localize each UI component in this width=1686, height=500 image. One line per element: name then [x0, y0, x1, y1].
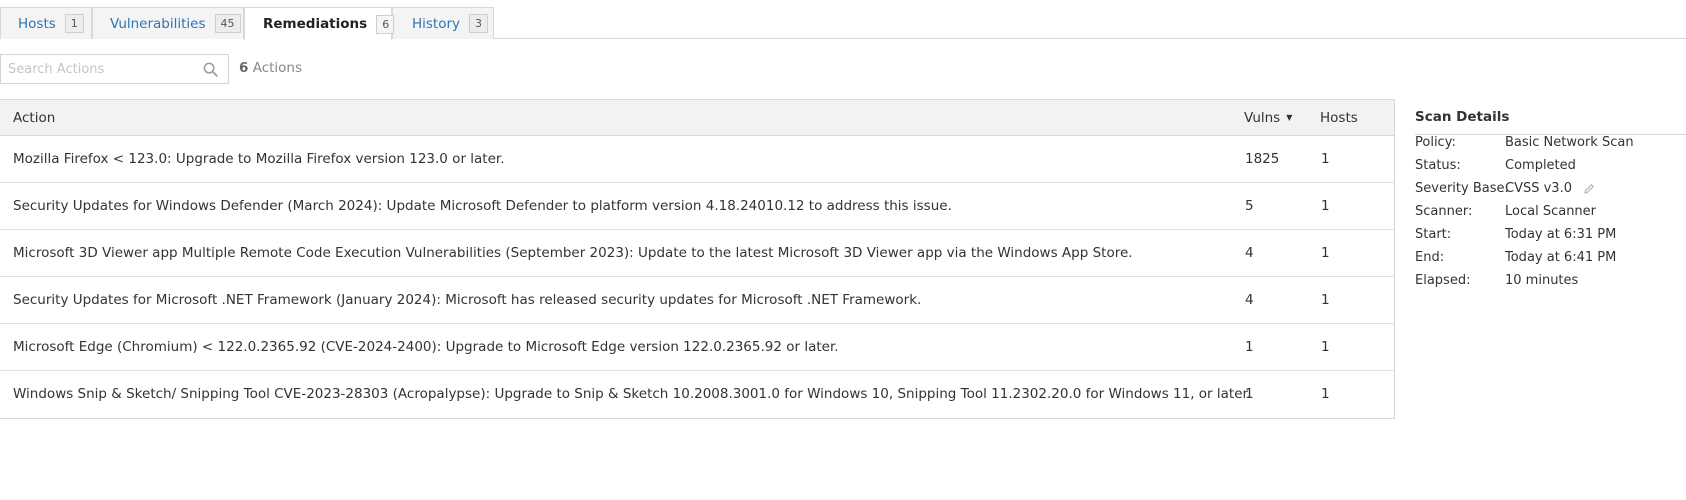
sort-descending-icon: ▼	[1286, 113, 1293, 122]
detail-value: CVSS v3.0	[1505, 181, 1572, 196]
detail-label: End:	[1415, 250, 1445, 265]
scan-details-panel: Scan Details Policy: Basic Network Scan …	[1415, 99, 1686, 296]
column-header-vulns[interactable]: Vulns ▼	[1244, 110, 1292, 126]
search-input[interactable]	[1, 56, 196, 82]
pencil-icon[interactable]	[1583, 183, 1595, 195]
action-cell: Security Updates for Microsoft .NET Fram…	[13, 292, 922, 308]
tab-vulnerabilities[interactable]: Vulnerabilities 45	[92, 7, 244, 39]
detail-policy: Policy: Basic Network Scan	[1415, 135, 1686, 158]
table-header: Action Vulns ▼ Hosts	[0, 100, 1394, 136]
table-row[interactable]: Security Updates for Microsoft .NET Fram…	[0, 277, 1394, 324]
vulns-cell: 1	[1245, 339, 1254, 355]
actions-count-label: Actions	[252, 60, 303, 76]
search-box	[0, 54, 229, 84]
column-header-hosts[interactable]: Hosts	[1320, 110, 1358, 126]
detail-elapsed: Elapsed: 10 minutes	[1415, 273, 1686, 296]
tab-label: Vulnerabilities	[110, 15, 206, 32]
action-cell: Security Updates for Windows Defender (M…	[13, 198, 952, 214]
hosts-cell: 1	[1321, 151, 1330, 167]
vulns-cell: 1	[1245, 386, 1254, 402]
vulns-cell: 5	[1245, 198, 1254, 214]
tab-remediations[interactable]: Remediations 6	[244, 7, 395, 40]
detail-scanner: Scanner: Local Scanner	[1415, 204, 1686, 227]
tab-label: Remediations	[263, 16, 368, 32]
detail-start: Start: Today at 6:31 PM	[1415, 227, 1686, 250]
detail-label: Start:	[1415, 227, 1452, 242]
detail-label: Severity Base:	[1415, 181, 1509, 196]
actions-count: 6 Actions	[239, 60, 302, 76]
hosts-cell: 1	[1321, 198, 1330, 214]
detail-value: Local Scanner	[1505, 204, 1597, 219]
detail-value: Today at 6:41 PM	[1505, 250, 1617, 265]
action-cell: Mozilla Firefox < 123.0: Upgrade to Mozi…	[13, 151, 505, 167]
count-badge: 1	[64, 14, 84, 33]
tab-label: History	[412, 15, 461, 32]
detail-end: End: Today at 6:41 PM	[1415, 250, 1686, 273]
detail-value: Today at 6:31 PM	[1505, 227, 1617, 242]
hosts-cell: 1	[1321, 339, 1330, 355]
detail-status: Status: Completed	[1415, 158, 1686, 181]
count-badge: 6	[376, 14, 395, 34]
hosts-cell: 1	[1321, 245, 1330, 261]
hosts-cell: 1	[1321, 386, 1330, 402]
detail-value: Basic Network Scan	[1505, 135, 1634, 150]
table-row[interactable]: Microsoft Edge (Chromium) < 122.0.2365.9…	[0, 324, 1394, 371]
column-header-action[interactable]: Action	[13, 110, 55, 126]
table-row[interactable]: Microsoft 3D Viewer app Multiple Remote …	[0, 230, 1394, 277]
count-badge: 3	[469, 14, 489, 33]
vulns-cell: 1825	[1245, 151, 1280, 167]
tab-history[interactable]: History 3	[392, 7, 494, 39]
actions-count-number: 6	[239, 60, 249, 76]
action-cell: Windows Snip & Sketch/ Snipping Tool CVE…	[13, 386, 1252, 402]
table-row[interactable]: Mozilla Firefox < 123.0: Upgrade to Mozi…	[0, 136, 1394, 183]
hosts-cell: 1	[1321, 292, 1330, 308]
detail-label: Scanner:	[1415, 204, 1473, 219]
detail-severity-base: Severity Base: CVSS v3.0	[1415, 181, 1686, 204]
table-row[interactable]: Security Updates for Windows Defender (M…	[0, 183, 1394, 230]
tab-hosts[interactable]: Hosts 1	[0, 7, 92, 39]
detail-value: Completed	[1505, 158, 1576, 173]
remediations-table: Action Vulns ▼ Hosts Mozilla Firefox < 12…	[0, 99, 1395, 419]
vulns-cell: 4	[1245, 245, 1254, 261]
search-icon[interactable]	[203, 62, 218, 77]
tab-label: Hosts	[18, 15, 56, 32]
action-cell: Microsoft Edge (Chromium) < 122.0.2365.9…	[13, 339, 839, 355]
column-header-vulns-label: Vulns	[1244, 110, 1281, 126]
action-cell: Microsoft 3D Viewer app Multiple Remote …	[13, 245, 1133, 261]
detail-label: Status:	[1415, 158, 1461, 173]
scan-details-title: Scan Details	[1415, 99, 1686, 135]
tab-bar: Hosts 1 Vulnerabilities 45 Remediations …	[0, 7, 1686, 40]
detail-label: Policy:	[1415, 135, 1456, 150]
detail-label: Elapsed:	[1415, 273, 1471, 288]
vulns-cell: 4	[1245, 292, 1254, 308]
detail-value: 10 minutes	[1505, 273, 1579, 288]
count-badge: 45	[214, 14, 241, 33]
table-row[interactable]: Windows Snip & Sketch/ Snipping Tool CVE…	[0, 371, 1394, 418]
